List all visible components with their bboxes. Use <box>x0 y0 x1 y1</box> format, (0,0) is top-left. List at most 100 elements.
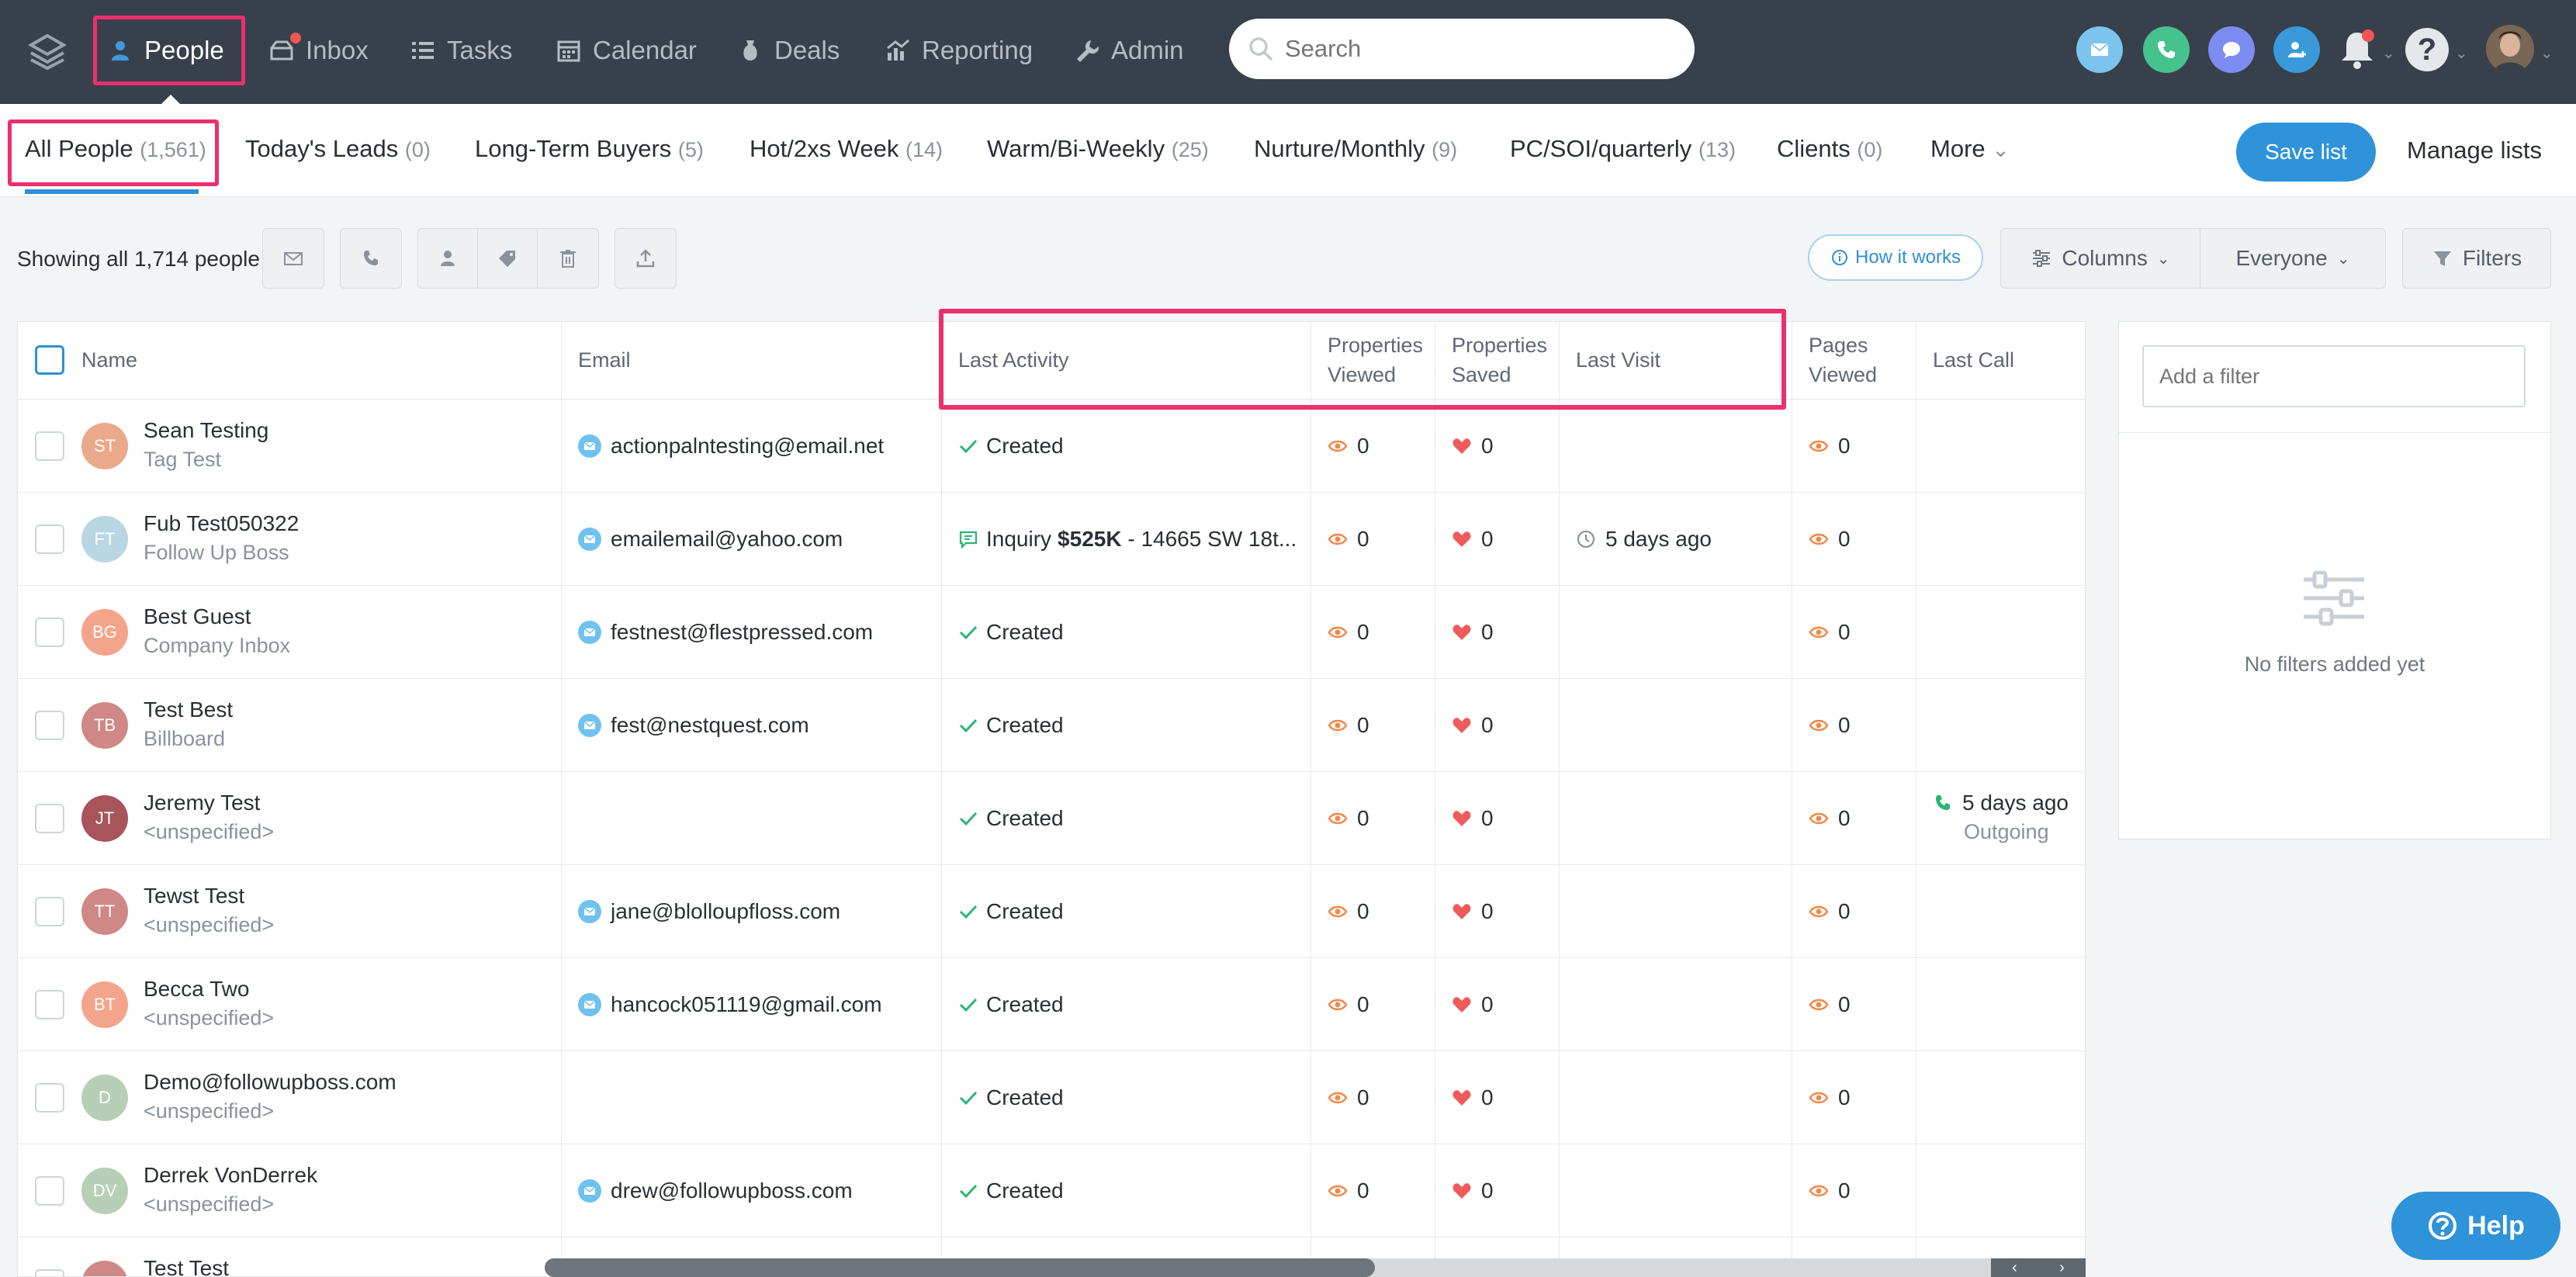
add-person-quick-button[interactable] <box>2273 26 2320 73</box>
email-cell[interactable]: hancock051119@gmail.com <box>578 992 882 1017</box>
bulk-email-button[interactable] <box>262 228 324 289</box>
person-name[interactable]: Test Test <box>144 1256 229 1276</box>
scroll-arrows[interactable]: ‹ › <box>1991 1258 2086 1277</box>
horizontal-scrollbar[interactable] <box>545 1258 2086 1277</box>
chevron-down-icon[interactable]: ⌄ <box>2455 43 2468 63</box>
tab-hot-2xs-week[interactable]: Hot/2xs Week (14) <box>750 135 943 163</box>
email-quick-button[interactable] <box>2076 26 2123 73</box>
user-avatar[interactable] <box>2486 25 2534 73</box>
tab-nurture-monthly[interactable]: Nurture/Monthly (9) <box>1254 135 1457 163</box>
tab-all-people[interactable]: All People (1,561) <box>25 135 206 163</box>
avatar[interactable]: BT <box>81 981 128 1028</box>
email-cell[interactable]: actionpalntesting@email.net <box>578 434 884 459</box>
table-row[interactable]: JT Jeremy Test <unspecified> Created 0 0 0 5 da… <box>18 772 2085 865</box>
table-row[interactable]: TB Test Best Billboard fest@nestquest.com Cr… <box>18 679 2085 772</box>
table-row[interactable]: ST Sean Testing Tag Test actionpalntesting@… <box>18 400 2085 493</box>
tab-clients[interactable]: Clients (0) <box>1777 135 1882 163</box>
delete-button[interactable] <box>537 228 599 289</box>
last-activity-cell[interactable]: Created <box>958 1178 1064 1203</box>
last-activity-cell[interactable]: Inquiry $525K - 14665 SW 18t... <box>958 527 1297 552</box>
email-cell[interactable]: emailemail@yahoo.com <box>578 527 843 552</box>
email-text[interactable]: fest@nestquest.com <box>611 713 809 738</box>
person-name[interactable]: Fub Test050322 <box>144 511 299 536</box>
columns-dropdown[interactable]: Columns ⌄ <box>2000 228 2200 289</box>
nav-people[interactable]: People <box>107 31 224 70</box>
email-text[interactable]: festnest@flestpressed.com <box>611 620 873 645</box>
table-row[interactable]: TT Tewst Test <unspecified> jane@blolloupfl… <box>18 865 2085 958</box>
person-name[interactable]: Best Guest <box>144 604 251 629</box>
add-filter-input[interactable] <box>2142 345 2526 407</box>
header-last-call[interactable]: Last Call <box>1933 345 2014 375</box>
tab-pc-soi-quarterly[interactable]: PC/SOI/quarterly (13) <box>1510 135 1736 163</box>
avatar[interactable]: D <box>81 1075 128 1121</box>
chevron-down-icon[interactable]: ⌄ <box>2540 43 2553 63</box>
avatar[interactable] <box>81 1261 128 1276</box>
email-cell[interactable]: fest@nestquest.com <box>578 713 809 738</box>
tab-warm-bi-weekly[interactable]: Warm/Bi-Weekly (25) <box>987 135 1209 163</box>
nav-calendar[interactable]: Calendar <box>556 31 697 70</box>
help-button[interactable]: Help <box>2391 1192 2560 1260</box>
call-quick-button[interactable] <box>2143 26 2190 73</box>
tag-button[interactable] <box>477 228 538 289</box>
row-checkbox[interactable] <box>35 1083 64 1113</box>
assign-user-button[interactable] <box>417 228 478 289</box>
row-checkbox[interactable] <box>35 897 64 926</box>
header-email[interactable]: Email <box>578 345 631 375</box>
last-activity-cell[interactable]: Created <box>958 899 1064 924</box>
search-input[interactable] <box>1285 35 1657 63</box>
avatar[interactable]: ST <box>81 423 128 469</box>
last-activity-cell[interactable]: Created <box>958 620 1064 645</box>
export-button[interactable] <box>615 228 677 289</box>
last-activity-cell[interactable]: Created <box>958 806 1064 831</box>
last-activity-cell[interactable]: Created <box>958 434 1064 459</box>
header-name[interactable]: Name <box>81 345 137 375</box>
avatar[interactable]: TB <box>81 702 128 749</box>
email-cell[interactable]: drew@followupboss.com <box>578 1178 853 1203</box>
row-checkbox[interactable] <box>35 618 64 647</box>
last-call-cell[interactable]: 5 days ago <box>1933 791 2069 815</box>
save-list-button[interactable]: Save list <box>2236 123 2376 182</box>
row-checkbox[interactable] <box>35 431 64 461</box>
person-name[interactable]: Demo@followupboss.com <box>144 1070 396 1095</box>
header-pages-viewed[interactable]: Pages Viewed <box>1809 330 1877 389</box>
avatar[interactable]: JT <box>81 795 128 842</box>
select-all-checkbox[interactable] <box>35 345 64 375</box>
nav-deals[interactable]: Deals <box>737 31 840 70</box>
email-text[interactable]: actionpalntesting@email.net <box>611 434 884 459</box>
help-menu-button[interactable]: ? <box>2405 28 2449 71</box>
filters-button[interactable]: Filters <box>2402 228 2551 289</box>
email-text[interactable]: drew@followupboss.com <box>611 1178 853 1203</box>
last-activity-cell[interactable]: Created <box>958 713 1064 738</box>
row-checkbox[interactable] <box>35 804 64 833</box>
chevron-left-icon[interactable]: ‹ <box>2012 1259 2017 1277</box>
table-row[interactable]: D Demo@followupboss.com <unspecified> Creat… <box>18 1051 2085 1144</box>
search-box[interactable] <box>1229 19 1695 79</box>
tab-todays-leads[interactable]: Today's Leads (0) <box>245 135 431 163</box>
email-text[interactable]: hancock051119@gmail.com <box>611 992 882 1017</box>
row-checkbox[interactable] <box>35 990 64 1019</box>
tab-long-term-buyers[interactable]: Long-Term Buyers (5) <box>475 135 704 163</box>
avatar[interactable]: BG <box>81 609 128 656</box>
row-checkbox[interactable] <box>35 711 64 740</box>
text-quick-button[interactable] <box>2208 26 2255 73</box>
nav-inbox[interactable]: Inbox <box>268 31 369 70</box>
table-row[interactable]: BT Becca Two <unspecified> hancock051119@gm… <box>18 958 2085 1051</box>
person-name[interactable]: Derrek VonDerrek <box>144 1163 317 1188</box>
tab-more[interactable]: More ⌄ <box>1930 135 2010 163</box>
avatar[interactable]: FT <box>81 516 128 562</box>
row-checkbox[interactable] <box>35 1176 64 1206</box>
bulk-call-button[interactable] <box>340 228 402 289</box>
table-row[interactable]: BG Best Guest Company Inbox festnest@flestp… <box>18 586 2085 679</box>
nav-reporting[interactable]: Reporting <box>885 31 1033 70</box>
manage-lists-link[interactable]: Manage lists <box>2407 137 2542 164</box>
email-text[interactable]: emailemail@yahoo.com <box>611 527 843 552</box>
nav-tasks[interactable]: Tasks <box>410 31 512 70</box>
person-name[interactable]: Test Best <box>144 697 233 722</box>
chevron-down-icon[interactable]: ⌄ <box>2382 43 2395 63</box>
last-activity-cell[interactable]: Created <box>958 992 1064 1017</box>
row-checkbox[interactable] <box>35 1269 64 1276</box>
person-name[interactable]: Becca Two <box>144 977 249 1002</box>
person-name[interactable]: Jeremy Test <box>144 791 260 815</box>
nav-admin[interactable]: Admin <box>1074 31 1184 70</box>
row-checkbox[interactable] <box>35 524 64 554</box>
